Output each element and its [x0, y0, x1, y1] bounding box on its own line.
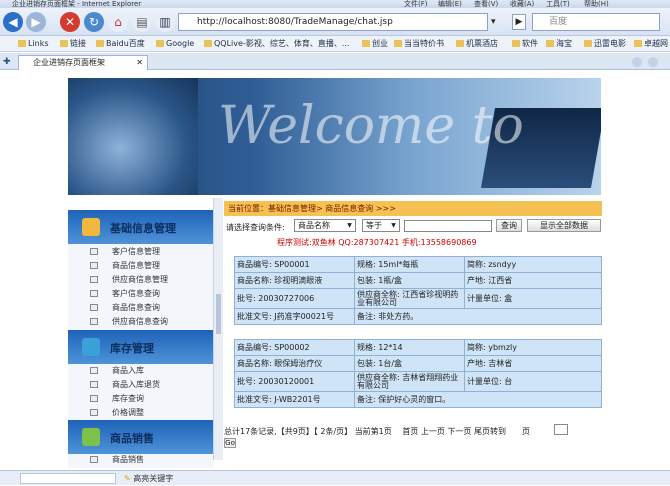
item-icon: [90, 367, 98, 374]
fav-software[interactable]: 软件: [512, 36, 538, 51]
sidebar-section-stock-items: 商品入库 商品入库退货 库存查询 价格调整: [68, 364, 213, 422]
item-icon: [90, 395, 98, 402]
navigation-toolbar: ◀ ▶ ✕ ↻ ⌂ ▤ ▥ http://localhost:8080/Trad…: [0, 8, 670, 36]
cart-icon: [82, 428, 100, 446]
welcome-banner: Welcome to: [68, 78, 601, 195]
table-row: 商品名称: 珍视明滴眼液 包装: 1瓶/盒 产地: 江西省: [234, 272, 602, 289]
item-icon: [90, 304, 98, 311]
program-tip: 程序测试:双鱼林 QQ:287307421 手机:13558690869: [277, 238, 477, 247]
tab-close-icon[interactable]: ✕: [136, 56, 143, 70]
tab-list-icon[interactable]: [632, 57, 642, 67]
tab-menu-icon[interactable]: [648, 57, 658, 67]
back-icon[interactable]: ◀: [3, 12, 23, 32]
home-icon[interactable]: ⌂: [108, 12, 128, 32]
menu-file[interactable]: 文件(F): [404, 0, 428, 8]
window-title-bar: 企业进销存页面框架 - Internet Explorer 文件(F) 编辑(E…: [0, 0, 670, 8]
fav-google[interactable]: Google: [156, 36, 194, 51]
refresh-icon[interactable]: ↻: [84, 12, 104, 32]
tab-bar: ✚ 企业进销存页面框架 ✕: [0, 53, 670, 70]
stop-icon[interactable]: ✕: [60, 12, 80, 32]
table-row: 批号: 20030120001 供应商全称: 吉林省翔翔药业有限公司 计量单位: 台: [234, 371, 602, 392]
fav-baidu[interactable]: Baidu百度: [96, 36, 145, 51]
scrollbar-thumb[interactable]: [216, 294, 221, 334]
item-icon: [90, 456, 98, 463]
page-number-input[interactable]: [554, 424, 568, 435]
table-row: 批准文号: J-WB2201号 备注: 保护好心灵的窗口。: [234, 391, 602, 408]
go-button[interactable]: Go: [224, 438, 236, 448]
print-icon[interactable]: ▤: [132, 12, 152, 32]
fav-jipiao[interactable]: 机票酒店: [456, 36, 498, 51]
sidebar-scrollbar[interactable]: [213, 198, 223, 460]
highlight-keywords[interactable]: ✎ 高亮关键字: [124, 471, 173, 486]
banner-welcome-text: Welcome to: [218, 96, 524, 156]
go-icon[interactable]: ▶: [512, 14, 526, 30]
sidebar-section-label: 库存管理: [110, 342, 154, 355]
query-label: 请选择查询条件:: [226, 223, 285, 232]
fav-chuangye[interactable]: 创业: [362, 36, 388, 51]
sidebar: 基础信息管理 客户信息管理 商品信息管理 供应商信息管理 客户信息查询 商品信息…: [68, 198, 213, 468]
fav-dangdang[interactable]: 当当特价书: [394, 36, 444, 51]
pencil-icon: ✎: [124, 474, 131, 483]
menu-view[interactable]: 查看(V): [474, 0, 498, 8]
menu-help[interactable]: 帮助(H): [584, 0, 609, 8]
table-row: 批准文号: J药准字00021号 备注: 非处方药。: [234, 308, 602, 325]
sidebar-section-sales-items: 商品销售: [68, 454, 213, 468]
item-icon: [90, 381, 98, 388]
fav-links[interactable]: Links: [18, 36, 49, 51]
menu-tools[interactable]: 工具(T): [546, 0, 570, 8]
chevron-down-icon: ▼: [347, 222, 352, 229]
query-input[interactable]: [404, 220, 492, 232]
fav-qqlive[interactable]: QQLive-影视、综艺、体育、直播、...: [204, 36, 349, 51]
item-icon: [90, 409, 98, 416]
fav-xunlei[interactable]: 迅雷电影: [584, 36, 626, 51]
fav-taobao[interactable]: 海宝: [546, 36, 572, 51]
table-row: 批号: 20030727006 供应商全称: 江西省珍视明药业有限公司 计量单位: …: [234, 288, 602, 309]
sidebar-section-basic-items: 客户信息管理 商品信息管理 供应商信息管理 客户信息查询 商品信息查询 供应商信…: [68, 244, 213, 330]
tab-label: 企业进销存页面框架: [33, 58, 105, 67]
record-table-1: 商品编号: SP00001 规格: 15ml*每瓶 简称: zsndyy 商品名称:…: [234, 256, 602, 325]
show-all-button[interactable]: 显示全部数据: [527, 219, 601, 232]
search-box[interactable]: 百度: [532, 13, 660, 31]
address-dropdown-icon[interactable]: ▾: [491, 13, 505, 31]
favorites-icon[interactable]: ▥: [155, 12, 175, 32]
query-button[interactable]: 查询: [496, 219, 522, 232]
breadcrumb: 当前位置：基础信息管理> 商品信息查询 >>>: [224, 201, 602, 216]
fav-lianjie[interactable]: 链接: [60, 36, 86, 51]
table-row: 商品编号: SP00001 规格: 15ml*每瓶 简称: zsndyy: [234, 256, 602, 273]
pager: 总计17条记录,【共9页】【 2条/页】 当前第1页 首页 上一页 下一页 尾页…: [224, 427, 530, 436]
search-placeholder: 百度: [549, 17, 568, 27]
favorites-star-icon[interactable]: ✚: [3, 56, 15, 68]
box-icon: [82, 338, 100, 356]
table-row: 商品名称: 眼保姆治疗仪 包装: 1台/盒 产地: 吉林省: [234, 355, 602, 372]
sidebar-section-sales[interactable]: 商品销售: [68, 420, 213, 454]
menu-edit[interactable]: 编辑(E): [438, 0, 462, 8]
favorites-bar: Links 链接 Baidu百度 Google QQLive-影视、综艺、体育、…: [0, 36, 670, 52]
item-icon: [90, 262, 98, 269]
item-icon: [90, 248, 98, 255]
menu-favorites[interactable]: 收藏(A): [510, 0, 534, 8]
address-url: http://localhost:8080/TradeManage/chat.j…: [197, 17, 393, 27]
sidebar-section-label: 基础信息管理: [110, 222, 176, 235]
operator-select[interactable]: 等于 ▼: [362, 219, 400, 232]
address-bar[interactable]: http://localhost:8080/TradeManage/chat.j…: [178, 13, 488, 31]
tab-main[interactable]: 企业进销存页面框架 ✕: [18, 55, 148, 70]
item-icon: [90, 276, 98, 283]
banner-hands-image: [68, 78, 198, 195]
item-icon: [90, 290, 98, 297]
table-row: 商品编号: SP00002 规格: 12*14 简称: ybmzly: [234, 339, 602, 356]
forward-icon[interactable]: ▶: [26, 12, 46, 32]
item-icon: [90, 318, 98, 325]
window-title: 企业进销存页面框架 - Internet Explorer: [12, 0, 142, 8]
sidebar-section-label: 商品销售: [110, 432, 154, 445]
chevron-down-icon: ▼: [391, 222, 396, 229]
status-bar: ✎ 高亮关键字: [0, 470, 670, 485]
fav-joyo[interactable]: 卓越网: [634, 36, 668, 51]
sidebar-section-stock[interactable]: 库存管理: [68, 330, 213, 364]
record-table-2: 商品编号: SP00002 规格: 12*14 简称: ybmzly 商品名称: 眼…: [234, 339, 602, 408]
folder-icon: [82, 218, 100, 236]
field-select[interactable]: 商品名称 ▼: [294, 219, 356, 232]
sidebar-section-basic[interactable]: 基础信息管理: [68, 210, 213, 244]
find-input[interactable]: [20, 473, 116, 484]
